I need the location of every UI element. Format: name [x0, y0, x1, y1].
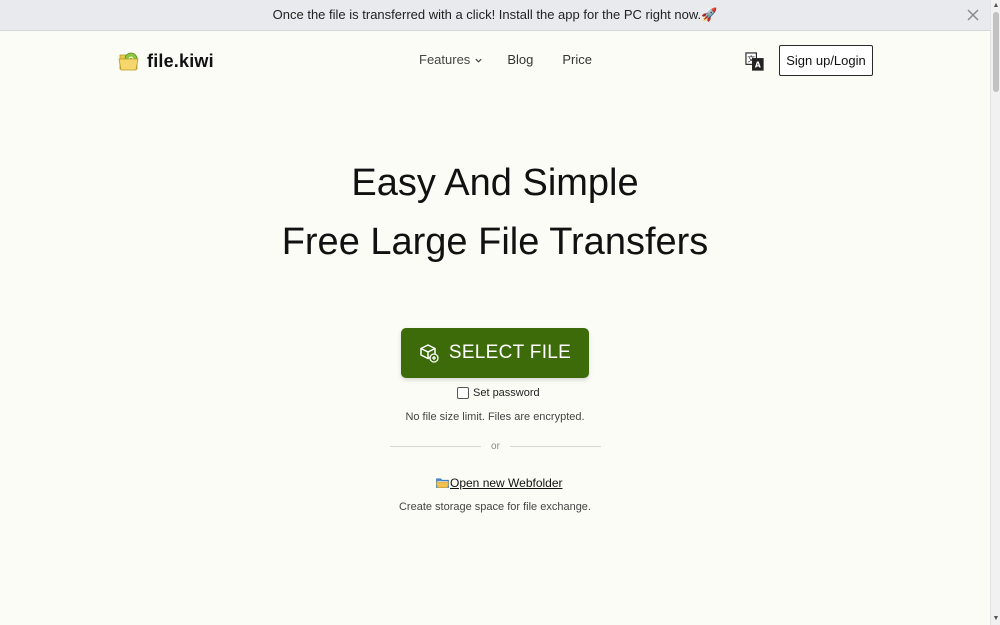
page-scrollbar[interactable]: ▲ ▼: [990, 0, 1000, 625]
nav-features[interactable]: Features: [419, 52, 483, 67]
logo-text: file.kiwi: [147, 50, 214, 71]
file-limit-note: No file size limit. Files are encrypted.: [405, 411, 585, 423]
nav-price-label: Price: [562, 52, 592, 67]
set-password-option[interactable]: Set password: [457, 387, 540, 399]
promo-banner-text: Once the file is transferred with a clic…: [272, 7, 718, 22]
hero-title-line2: Free Large File Transfers: [281, 221, 709, 263]
select-file-button[interactable]: SELECT FILE: [401, 328, 589, 378]
svg-text:A: A: [755, 61, 761, 70]
open-webfolder-link[interactable]: Open new Webfolder: [436, 476, 563, 490]
or-divider: or: [390, 439, 601, 453]
divider-or-text: or: [491, 440, 500, 452]
folder-icon: [436, 478, 449, 488]
set-password-checkbox[interactable]: [457, 387, 469, 399]
open-webfolder-label: Open new Webfolder: [450, 476, 563, 490]
scrollbar-thumb[interactable]: [993, 12, 999, 92]
main-nav: Features Blog Price: [419, 52, 592, 67]
promo-banner: Once the file is transferred with a clic…: [0, 0, 990, 31]
nav-blog[interactable]: Blog: [507, 52, 533, 67]
signup-login-button[interactable]: Sign up/Login: [779, 45, 873, 76]
site-header: file.kiwi Features Blog Price 文 A Sign u…: [0, 32, 990, 90]
storage-note: Create storage space for file exchange.: [398, 501, 591, 513]
translate-icon[interactable]: 文 A: [745, 52, 764, 71]
divider-line-right: [509, 445, 601, 447]
scroll-down-icon[interactable]: ▼: [992, 615, 1000, 623]
nav-price[interactable]: Price: [562, 52, 592, 67]
hero-title-line1: Easy And Simple: [351, 162, 639, 204]
scroll-up-icon[interactable]: ▲: [992, 2, 1000, 10]
close-icon[interactable]: [966, 8, 980, 22]
divider-line-left: [390, 445, 482, 447]
nav-blog-label: Blog: [507, 52, 534, 67]
chevron-down-icon: [475, 58, 482, 63]
select-file-label: SELECT FILE: [448, 342, 572, 363]
package-add-icon: [420, 344, 439, 363]
kiwi-folder-icon: [118, 52, 139, 71]
nav-features-label: Features: [419, 52, 471, 67]
signup-login-label: Sign up/Login: [786, 53, 866, 68]
logo[interactable]: file.kiwi: [117, 49, 214, 73]
set-password-label: Set password: [473, 387, 540, 399]
